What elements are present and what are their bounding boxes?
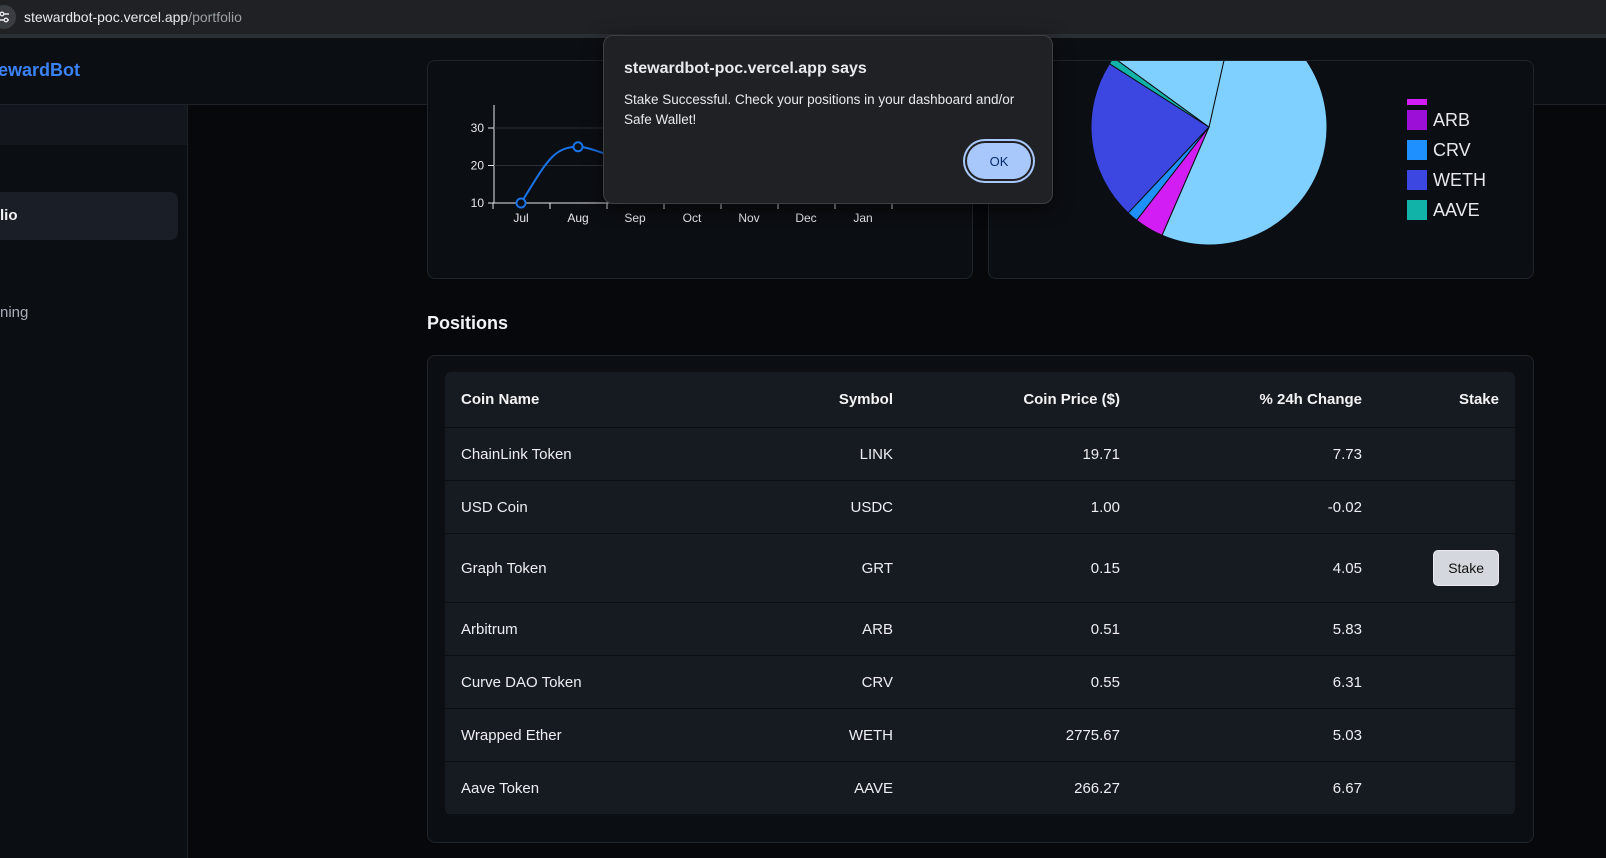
cell-coin-name: Wrapped Ether <box>445 708 737 762</box>
legend-swatch <box>1407 200 1427 220</box>
table-row: Aave Token AAVE 266.27 6.67 <box>445 761 1515 815</box>
table-row: Wrapped Ether WETH 2775.67 5.03 <box>445 708 1515 762</box>
cell-coin-name: USD Coin <box>445 480 737 534</box>
legend-swatch <box>1407 110 1427 130</box>
url-text[interactable]: stewardbot-poc.vercel.app/portfolio <box>24 9 242 25</box>
cell-coin-name: Arbitrum <box>445 602 737 656</box>
cell-symbol: USDC <box>737 480 909 534</box>
cell-stake: Stake <box>1378 533 1515 603</box>
cell-symbol: LINK <box>737 427 909 481</box>
cell-coin-name: Graph Token <box>445 533 737 603</box>
cell-24h-change: 6.67 <box>1136 761 1378 815</box>
legend-label: AAVE <box>1433 199 1480 220</box>
cell-coin-name: Aave Token <box>445 761 737 815</box>
x-tick-label: Dec <box>795 211 816 225</box>
y-tick-label: 30 <box>471 121 485 135</box>
data-point <box>515 197 527 209</box>
cell-24h-change: 5.03 <box>1136 708 1378 762</box>
y-tick-label: 10 <box>471 196 485 210</box>
legend-label: WETH <box>1433 169 1486 190</box>
legend-label: ARB <box>1433 109 1471 130</box>
positions-table: Coin Name Symbol Coin Price ($) % 24h Ch… <box>445 372 1515 815</box>
col-symbol: Symbol <box>737 372 909 428</box>
cell-coin-price: 2775.67 <box>909 708 1136 762</box>
browser-url-bar[interactable]: stewardbot-poc.vercel.app/portfolio <box>0 0 1606 38</box>
sidebar-item-other[interactable]: ning <box>0 304 28 321</box>
cell-symbol: CRV <box>737 655 909 709</box>
legend-item: WETH <box>1407 165 1486 195</box>
data-point <box>572 141 584 153</box>
cell-24h-change: -0.02 <box>1136 480 1378 534</box>
cell-symbol: AAVE <box>737 761 909 815</box>
site-settings-icon[interactable] <box>0 5 16 29</box>
legend-swatch <box>1407 99 1427 105</box>
x-tick-label: Jul <box>513 211 528 225</box>
positions-card: Coin Name Symbol Coin Price ($) % 24h Ch… <box>427 355 1534 843</box>
table-row: USD Coin USDC 1.00 -0.02 <box>445 480 1515 534</box>
positions-title: Positions <box>427 313 509 333</box>
sidebar: lio ning <box>0 105 188 858</box>
alert-dialog: stewardbot-poc.vercel.app says Stake Suc… <box>603 35 1053 204</box>
dialog-message: Stake Successful. Check your positions i… <box>624 92 1015 127</box>
cell-symbol: GRT <box>737 533 909 603</box>
x-tick-label: Sep <box>624 211 646 225</box>
table-row: ChainLink Token LINK 19.71 7.73 <box>445 427 1515 481</box>
pie-legend: ARB CRV WETH AAVE <box>1407 91 1486 225</box>
legend-swatch <box>1407 170 1427 190</box>
brand-logo[interactable]: ewardBot <box>0 60 80 81</box>
url-host: stewardbot-poc.vercel.app <box>24 9 189 25</box>
table-row: Graph Token GRT 0.15 4.05 Stake <box>445 533 1515 603</box>
sidebar-item-portfolio[interactable]: lio <box>0 192 178 240</box>
stake-button[interactable]: Stake <box>1433 550 1499 586</box>
cell-stake <box>1378 480 1515 534</box>
cell-symbol: WETH <box>737 708 909 762</box>
cell-24h-change: 7.73 <box>1136 427 1378 481</box>
cell-coin-price: 1.00 <box>909 480 1136 534</box>
cell-coin-price: 266.27 <box>909 761 1136 815</box>
pie-chart-card: ARB CRV WETH AAVE <box>988 60 1534 279</box>
cell-stake <box>1378 427 1515 481</box>
table-row: Arbitrum ARB 0.51 5.83 <box>445 602 1515 656</box>
legend-label: CRV <box>1433 139 1471 160</box>
legend-swatch <box>1407 140 1427 160</box>
cell-stake <box>1378 761 1515 815</box>
x-tick-label: Nov <box>738 211 759 225</box>
dialog-title: stewardbot-poc.vercel.app says <box>624 60 867 77</box>
cell-coin-price: 0.55 <box>909 655 1136 709</box>
table-header-row: Coin Name Symbol Coin Price ($) % 24h Ch… <box>445 372 1515 428</box>
cell-stake <box>1378 602 1515 656</box>
url-path: /portfolio <box>188 9 242 25</box>
col-24h-change: % 24h Change <box>1136 372 1378 428</box>
x-tick-label: Oct <box>683 211 702 225</box>
cell-coin-price: 19.71 <box>909 427 1136 481</box>
sidebar-item-label: lio <box>0 207 18 224</box>
cell-stake <box>1378 708 1515 762</box>
cell-coin-price: 0.51 <box>909 602 1136 656</box>
legend-item-partial <box>1407 91 1486 105</box>
x-tick-label: Jan <box>853 211 872 225</box>
cell-symbol: ARB <box>737 602 909 656</box>
legend-item: CRV <box>1407 135 1486 165</box>
cell-coin-price: 0.15 <box>909 533 1136 603</box>
cell-stake <box>1378 655 1515 709</box>
y-tick-label: 20 <box>471 159 485 173</box>
x-tick-label: Aug <box>567 211 588 225</box>
legend-item: AAVE <box>1407 195 1486 225</box>
sidebar-top-area <box>0 105 187 145</box>
legend-item: ARB <box>1407 105 1486 135</box>
cell-24h-change: 5.83 <box>1136 602 1378 656</box>
ok-button[interactable]: OK <box>967 143 1031 179</box>
cell-24h-change: 6.31 <box>1136 655 1378 709</box>
col-coin-name: Coin Name <box>445 372 737 428</box>
table-row: Curve DAO Token CRV 0.55 6.31 <box>445 655 1515 709</box>
line-series <box>520 145 616 204</box>
cell-coin-name: ChainLink Token <box>445 427 737 481</box>
col-coin-price: Coin Price ($) <box>909 372 1136 428</box>
cell-24h-change: 4.05 <box>1136 533 1378 603</box>
cell-coin-name: Curve DAO Token <box>445 655 737 709</box>
col-stake: Stake <box>1378 372 1515 428</box>
